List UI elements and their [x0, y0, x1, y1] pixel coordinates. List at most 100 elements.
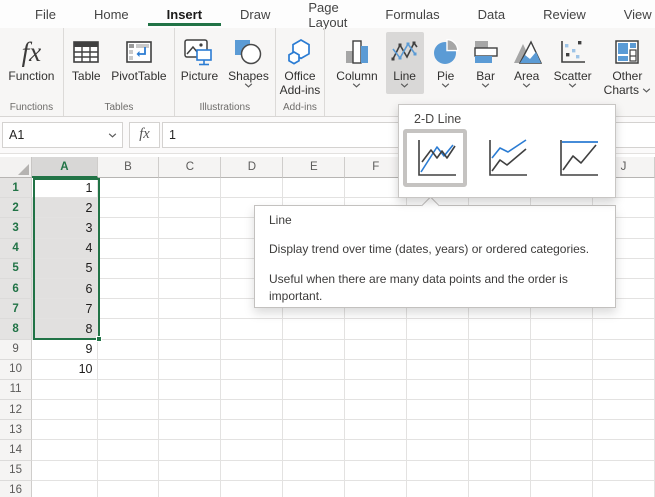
cell-C10[interactable]: [159, 360, 221, 380]
cell-H8[interactable]: [469, 319, 531, 339]
function-button[interactable]: fx Function: [4, 32, 58, 83]
row-header-2[interactable]: 2: [0, 198, 32, 218]
cell-G10[interactable]: [407, 360, 469, 380]
cell-A10[interactable]: 10: [32, 360, 97, 380]
cell-G11[interactable]: [407, 380, 469, 400]
cell-E16[interactable]: [283, 481, 345, 497]
name-box-chevron-icon[interactable]: [108, 133, 117, 138]
other-charts-button[interactable]: Other Charts: [600, 32, 655, 97]
cell-A16[interactable]: [32, 481, 97, 497]
cell-B11[interactable]: [98, 380, 160, 400]
column-header-C[interactable]: C: [159, 157, 221, 178]
cell-C7[interactable]: [159, 299, 221, 319]
cell-H12[interactable]: [469, 400, 531, 420]
cell-C3[interactable]: [159, 218, 221, 238]
cell-E8[interactable]: [283, 319, 345, 339]
cell-E9[interactable]: [283, 340, 345, 360]
row-header-14[interactable]: 14: [0, 440, 32, 460]
cell-J10[interactable]: [593, 360, 655, 380]
cell-D1[interactable]: [221, 178, 283, 198]
name-box[interactable]: A1: [2, 122, 123, 148]
cell-F12[interactable]: [345, 400, 407, 420]
shapes-button[interactable]: Shapes: [224, 32, 273, 94]
column-header-E[interactable]: E: [283, 157, 345, 178]
cell-B16[interactable]: [98, 481, 160, 497]
cell-B3[interactable]: [98, 218, 160, 238]
cell-C4[interactable]: [159, 239, 221, 259]
cell-I10[interactable]: [531, 360, 593, 380]
cell-B10[interactable]: [98, 360, 160, 380]
row-header-13[interactable]: 13: [0, 420, 32, 440]
cell-C6[interactable]: [159, 279, 221, 299]
area-chart-button[interactable]: Area: [508, 32, 546, 94]
tab-insert[interactable]: Insert: [148, 2, 221, 26]
cell-H14[interactable]: [469, 440, 531, 460]
cell-G12[interactable]: [407, 400, 469, 420]
row-header-7[interactable]: 7: [0, 299, 32, 319]
row-header-15[interactable]: 15: [0, 461, 32, 481]
cell-A14[interactable]: [32, 440, 97, 460]
cell-D16[interactable]: [221, 481, 283, 497]
cell-E14[interactable]: [283, 440, 345, 460]
tab-file[interactable]: File: [16, 2, 75, 26]
cell-F14[interactable]: [345, 440, 407, 460]
cell-B7[interactable]: [98, 299, 160, 319]
row-header-10[interactable]: 10: [0, 360, 32, 380]
cell-C11[interactable]: [159, 380, 221, 400]
cell-D11[interactable]: [221, 380, 283, 400]
cell-G8[interactable]: [407, 319, 469, 339]
cell-B8[interactable]: [98, 319, 160, 339]
tab-review[interactable]: Review: [524, 2, 605, 26]
cell-F16[interactable]: [345, 481, 407, 497]
cell-B14[interactable]: [98, 440, 160, 460]
cell-A13[interactable]: [32, 420, 97, 440]
cell-D10[interactable]: [221, 360, 283, 380]
cell-I13[interactable]: [531, 420, 593, 440]
picture-button[interactable]: Picture: [177, 32, 222, 83]
cell-G13[interactable]: [407, 420, 469, 440]
cell-C14[interactable]: [159, 440, 221, 460]
cell-G15[interactable]: [407, 461, 469, 481]
cell-A7[interactable]: 7: [32, 299, 97, 319]
cell-I12[interactable]: [531, 400, 593, 420]
row-header-11[interactable]: 11: [0, 380, 32, 400]
cell-B2[interactable]: [98, 198, 160, 218]
cell-J14[interactable]: [593, 440, 655, 460]
cell-A2[interactable]: 2: [32, 198, 97, 218]
cell-D9[interactable]: [221, 340, 283, 360]
scatter-chart-button[interactable]: Scatter: [550, 32, 596, 94]
cell-F13[interactable]: [345, 420, 407, 440]
cell-A5[interactable]: 5: [32, 259, 97, 279]
cell-C15[interactable]: [159, 461, 221, 481]
cell-D15[interactable]: [221, 461, 283, 481]
cell-E10[interactable]: [283, 360, 345, 380]
cell-E15[interactable]: [283, 461, 345, 481]
cell-H11[interactable]: [469, 380, 531, 400]
cell-I8[interactable]: [531, 319, 593, 339]
cell-D12[interactable]: [221, 400, 283, 420]
column-header-D[interactable]: D: [221, 157, 283, 178]
cell-B12[interactable]: [98, 400, 160, 420]
cell-I15[interactable]: [531, 461, 593, 481]
cell-I11[interactable]: [531, 380, 593, 400]
office-addins-button[interactable]: Office Add-ins: [276, 32, 325, 97]
tab-data[interactable]: Data: [459, 2, 524, 26]
cell-C16[interactable]: [159, 481, 221, 497]
pivottable-button[interactable]: PivotTable: [107, 32, 170, 83]
cell-J8[interactable]: [593, 319, 655, 339]
cell-H10[interactable]: [469, 360, 531, 380]
cell-E13[interactable]: [283, 420, 345, 440]
cell-J9[interactable]: [593, 340, 655, 360]
row-header-4[interactable]: 4: [0, 239, 32, 259]
cell-F9[interactable]: [345, 340, 407, 360]
cell-A6[interactable]: 6: [32, 279, 97, 299]
pie-chart-button[interactable]: Pie: [428, 32, 464, 94]
cell-F8[interactable]: [345, 319, 407, 339]
cell-E1[interactable]: [283, 178, 345, 198]
cell-B15[interactable]: [98, 461, 160, 481]
cell-F15[interactable]: [345, 461, 407, 481]
cell-D14[interactable]: [221, 440, 283, 460]
cell-A9[interactable]: 9: [32, 340, 97, 360]
line-chart-button[interactable]: Line: [386, 32, 424, 94]
cell-C13[interactable]: [159, 420, 221, 440]
